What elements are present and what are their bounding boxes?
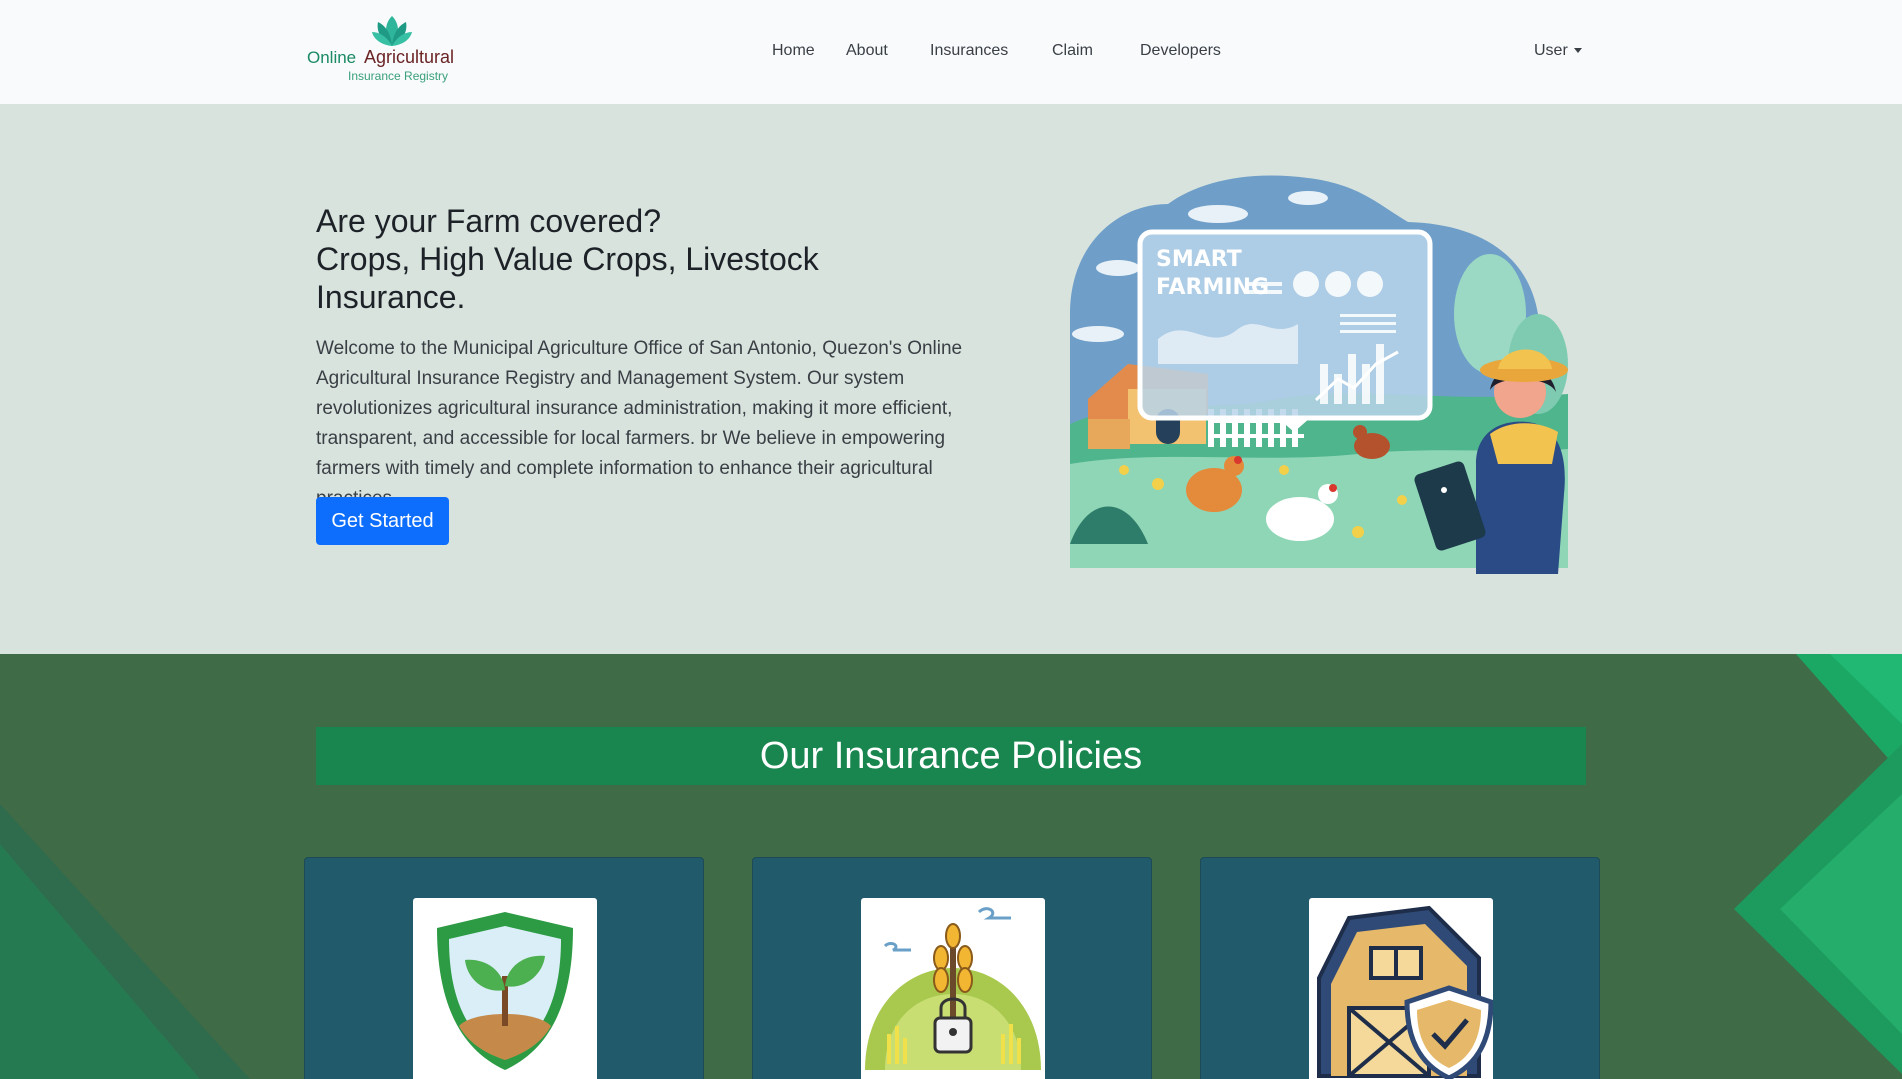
policy-card-image <box>413 898 597 1079</box>
policy-card-image <box>861 898 1045 1079</box>
nav-insurances[interactable]: Insurances <box>930 42 1008 60</box>
hero-title-line2: Crops, High Value Crops, Livestock Insur… <box>316 241 819 315</box>
illustration-text-farming: FARMING <box>1156 275 1269 300</box>
crop-shield-icon <box>437 912 573 1070</box>
hero-title-line1: Are your Farm covered? <box>316 203 662 239</box>
caret-down-icon <box>1573 48 1582 54</box>
user-label: User <box>1534 42 1568 59</box>
lotus-icon <box>372 16 412 46</box>
brand-tagline: Insurance Registry <box>348 69 449 83</box>
policy-card-livestock[interactable] <box>1200 857 1600 1079</box>
get-started-button[interactable]: Get Started <box>316 497 449 545</box>
nav-claim[interactable]: Claim <box>1052 42 1093 60</box>
user-dropdown[interactable]: User <box>1534 42 1582 60</box>
brand-word-online: Online <box>307 48 357 67</box>
policies-section: Our Insurance Policies <box>0 654 1902 1079</box>
hero-description: Welcome to the Municipal Agriculture Off… <box>316 338 963 509</box>
nav-home[interactable]: Home <box>772 42 815 60</box>
high-value-crop-lock-icon <box>865 907 1041 1070</box>
smart-farming-illustration: SMART FARMING <box>1070 175 1568 574</box>
brand-logo[interactable]: Online Agricultural Insurance Registry <box>306 14 456 86</box>
navbar: Online Agricultural Insurance Registry H… <box>0 0 1902 104</box>
nav-about[interactable]: About <box>846 42 888 60</box>
livestock-barn-shield-icon <box>1317 905 1493 1079</box>
hero-title: Are your Farm covered? Crops, High Value… <box>316 202 876 316</box>
policy-card-image <box>1309 898 1493 1079</box>
policy-card-high-value-crop[interactable] <box>752 857 1152 1079</box>
policies-title: Our Insurance Policies <box>316 727 1586 785</box>
illustration-text-smart: SMART <box>1156 247 1242 272</box>
brand-word-agricultural: Agricultural <box>364 47 455 67</box>
nav-developers[interactable]: Developers <box>1140 42 1221 60</box>
policy-card-crop[interactable] <box>304 857 704 1079</box>
hero-section: Are your Farm covered? Crops, High Value… <box>0 104 1902 654</box>
